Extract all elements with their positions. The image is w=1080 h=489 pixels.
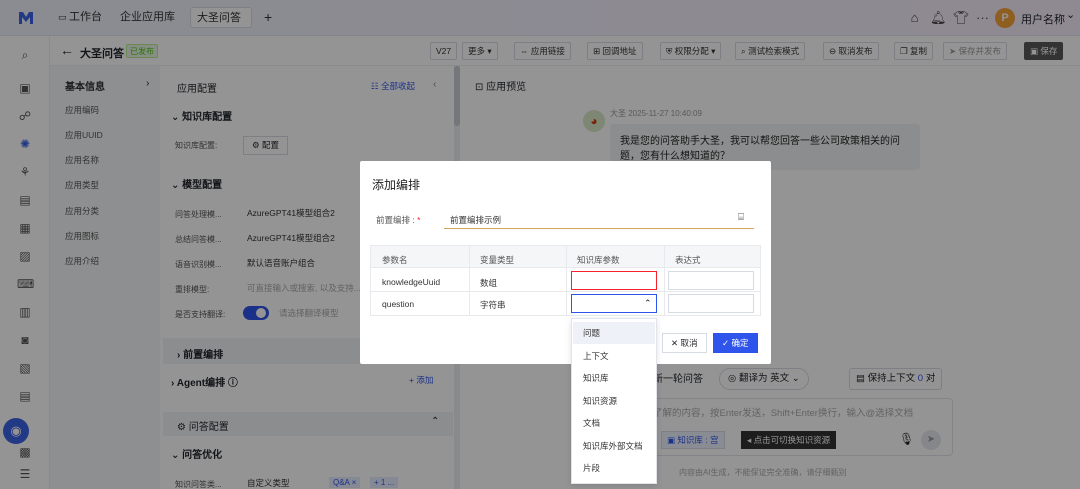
dropdown-option[interactable]: 知识库 [573,367,655,389]
expression-input[interactable] [668,271,754,290]
column-header: 变量类型 [480,255,515,265]
kb-param-dropdown: 问题 上下文 知识库 知识资源 文档 知识库外部文档 片段 [571,318,657,484]
dropdown-option[interactable]: 知识资源 [573,390,655,412]
table-select-icon[interactable]: ⌸ [738,212,744,223]
pre-orchestration-value[interactable]: 前置编排示例 [450,214,501,226]
column-header: 参数名 [382,255,408,265]
param-type: 数组 [480,278,498,288]
add-orchestration-modal: 添加编排 前置编排 : * 前置编排示例 ⌸ 参数名 变量类型 知识库参数 表达… [360,161,771,364]
dropdown-option[interactable]: 文档 [573,412,655,434]
param-name: question [382,299,415,309]
kb-param-input[interactable] [571,271,657,290]
expression-input[interactable] [668,294,754,313]
dropdown-option[interactable]: 问题 [573,322,655,344]
param-name: knowledgeUuid [382,277,441,287]
dropdown-option[interactable]: 上下文 [573,345,655,367]
param-type: 字符串 [480,300,506,310]
field-label: 前置编排 : * [376,215,421,225]
chevron-up-icon: ⌃ [644,298,652,308]
modal-title: 添加编排 [372,178,421,192]
dropdown-option[interactable]: 片段 [573,457,655,479]
dropdown-option[interactable]: 知识库外部文档 [573,435,655,457]
kb-param-select[interactable]: ⌃ [571,294,657,313]
confirm-button[interactable]: ✓ 确定 [713,333,758,353]
column-header: 知识库参数 [577,255,620,265]
column-header: 表达式 [675,255,701,265]
cancel-button[interactable]: ✕ 取消 [662,333,707,353]
